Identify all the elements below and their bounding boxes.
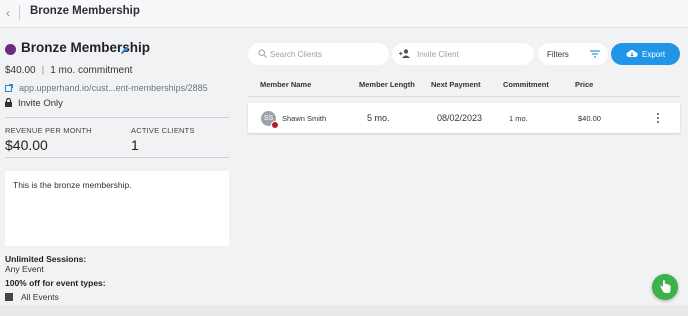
next-payment: 08/02/2023 xyxy=(437,113,483,123)
visibility-label: Invite Only xyxy=(18,98,63,109)
member-name[interactable]: Shawn Smith xyxy=(282,114,326,123)
search-input[interactable]: Search Clients xyxy=(248,43,389,65)
more-options-icon[interactable] xyxy=(653,111,663,125)
filters-button[interactable]: Filters xyxy=(538,43,608,65)
active-clients-label: ACTIVE CLIENTS xyxy=(131,126,195,135)
price-value: $40.00 xyxy=(5,65,36,76)
help-fab-button[interactable] xyxy=(652,274,678,300)
add-person-icon xyxy=(399,49,411,60)
column-header[interactable]: Member Name xyxy=(260,80,311,89)
invite-client-input[interactable]: Invite Client xyxy=(392,43,534,65)
divider xyxy=(5,117,229,118)
column-header[interactable]: Next Payment xyxy=(431,80,481,89)
filter-icon xyxy=(590,50,600,60)
commitment-value: 1 mo. commitment xyxy=(50,65,133,76)
search-icon xyxy=(258,49,267,60)
active-clients-value: 1 xyxy=(131,137,139,153)
visibility-row: Invite Only xyxy=(5,97,63,110)
back-chevron-icon[interactable]: ‹ xyxy=(6,6,10,20)
invite-placeholder: Invite Client xyxy=(417,50,459,59)
bottom-strip xyxy=(0,305,688,316)
export-label: Export xyxy=(642,50,666,59)
edit-pencil-icon[interactable] xyxy=(120,42,130,60)
divider xyxy=(19,5,20,20)
revenue-label: REVENUE PER MONTH xyxy=(5,126,92,135)
top-bar: ‹ Bronze Membership xyxy=(0,0,688,28)
table-row[interactable]: SS Shawn Smith 5 mo. 08/02/2023 1 mo. $4… xyxy=(248,103,680,133)
search-placeholder: Search Clients xyxy=(270,50,323,59)
membership-name: Bronze Membership xyxy=(21,40,151,55)
page-title: Bronze Membership xyxy=(30,5,140,17)
membership-link[interactable]: app.upperhand.io/cust...ent-memberships/… xyxy=(5,83,208,94)
sessions-label: Unlimited Sessions: xyxy=(5,254,87,264)
event-type-square-icon xyxy=(5,293,13,301)
external-link-icon xyxy=(5,84,13,94)
commitment: 1 mo. xyxy=(509,114,528,123)
filters-label: Filters xyxy=(547,50,569,59)
status-badge xyxy=(271,121,279,129)
description-text: This is the bronze membership. xyxy=(13,180,132,190)
membership-color-dot xyxy=(5,44,16,55)
column-header[interactable]: Member Length xyxy=(359,80,415,89)
event-type-value: All Events xyxy=(21,292,59,302)
description-box: This is the bronze membership. xyxy=(5,171,229,246)
divider xyxy=(5,157,229,158)
table-header: Member Name Member Length Next Payment C… xyxy=(248,72,680,97)
member-length: 5 mo. xyxy=(367,113,390,123)
column-header[interactable]: Price xyxy=(575,80,593,89)
discount-label: 100% off for event types: xyxy=(5,278,106,288)
price-commitment-line: $40.00 | 1 mo. commitment xyxy=(5,65,133,76)
link-text: app.upperhand.io/cust...ent-memberships/… xyxy=(19,83,208,93)
column-header[interactable]: Commitment xyxy=(503,80,549,89)
hand-pointer-icon xyxy=(659,279,672,299)
price: $40.00 xyxy=(578,114,601,123)
revenue-value: $40.00 xyxy=(5,137,48,153)
cloud-download-icon xyxy=(626,49,638,60)
export-button[interactable]: Export xyxy=(611,43,680,65)
sessions-value: Any Event xyxy=(5,264,44,274)
lock-icon xyxy=(5,97,12,110)
